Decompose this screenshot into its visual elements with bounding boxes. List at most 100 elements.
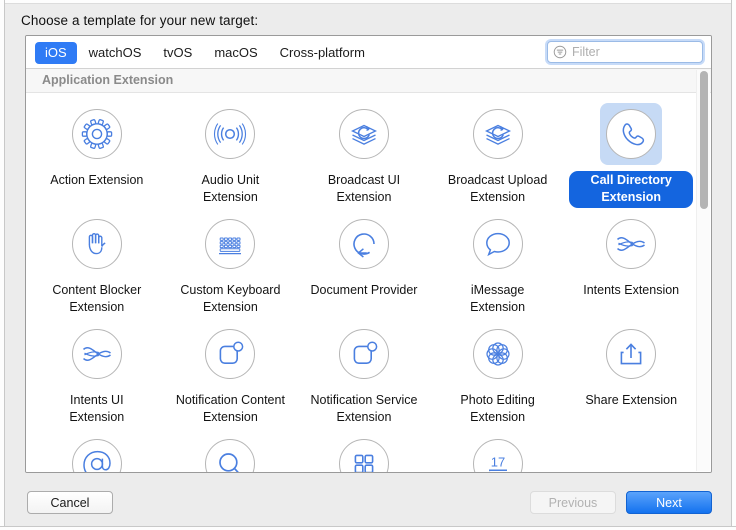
template-item-label: Intents Extension xyxy=(576,281,686,301)
template-icon-tile xyxy=(467,323,529,385)
hand-icon xyxy=(72,219,122,269)
crossing-waves-icon xyxy=(606,219,656,269)
flower-petals-icon xyxy=(473,329,523,379)
template-item-content-blocker-extension[interactable]: Content Blocker Extension xyxy=(30,211,164,321)
gear-icon xyxy=(72,109,122,159)
template-item-grid-squares[interactable] xyxy=(297,431,431,472)
platform-tab-bar: iOSwatchOStvOSmacOSCross-platform xyxy=(26,36,711,69)
template-icon-tile xyxy=(600,323,662,385)
template-icon-tile xyxy=(66,323,128,385)
tab-ios[interactable]: iOS xyxy=(35,42,77,64)
template-icon-tile xyxy=(333,213,395,275)
template-chooser-sheet: Choose a template for your new target: i… xyxy=(6,5,730,525)
template-icon-tile xyxy=(199,323,261,385)
template-item-label: Notification Service Extension xyxy=(302,391,426,428)
filter-input[interactable] xyxy=(572,45,692,59)
filter-field[interactable] xyxy=(547,41,703,63)
template-icon-tile xyxy=(66,103,128,165)
template-item-calendar-17[interactable]: 17 xyxy=(431,431,565,472)
stacked-layers-icon xyxy=(473,109,523,159)
template-icon-tile xyxy=(333,323,395,385)
template-icon-tile xyxy=(467,103,529,165)
window-frame-left xyxy=(0,0,5,530)
xcode-window: Choose a template for your new target: i… xyxy=(0,0,736,530)
template-icon-tile xyxy=(199,433,261,472)
at-sign-icon xyxy=(72,439,122,472)
template-icon-tile xyxy=(333,103,395,165)
window-frame-top xyxy=(0,0,736,4)
calendar-17-icon: 17 xyxy=(473,439,523,472)
template-icon-tile xyxy=(66,213,128,275)
template-icon-tile xyxy=(600,213,662,275)
template-icon-tile xyxy=(199,103,261,165)
template-icon-tile xyxy=(467,213,529,275)
template-item-audio-unit-extension[interactable]: Audio Unit Extension xyxy=(164,101,298,211)
audio-waves-icon xyxy=(205,109,255,159)
template-item-label: iMessage Extension xyxy=(436,281,560,318)
template-grid: Action Extension Audio Unit Extension Broa… xyxy=(26,93,698,472)
template-item-label: Action Extension xyxy=(43,171,150,191)
template-icon-tile xyxy=(600,103,662,165)
template-item-custom-keyboard-extension[interactable]: Custom Keyboard Extension xyxy=(164,211,298,321)
app-badge-icon xyxy=(205,329,255,379)
template-item-intents-extension[interactable]: Intents Extension xyxy=(564,211,698,321)
refresh-arrow-icon xyxy=(339,219,389,269)
template-item-label: Intents UI Extension xyxy=(35,391,159,428)
template-icon-tile xyxy=(66,433,128,472)
template-item-document-provider[interactable]: Document Provider xyxy=(297,211,431,321)
grid-squares-icon xyxy=(339,439,389,472)
tab-tvos[interactable]: tvOS xyxy=(153,42,202,64)
tab-macos[interactable]: macOS xyxy=(204,42,267,64)
window-frame-right xyxy=(731,0,736,530)
template-browser-panel: iOSwatchOStvOSmacOSCross-platform Applic… xyxy=(25,35,712,473)
template-item-label: Broadcast Upload Extension xyxy=(436,171,560,208)
app-badge-icon xyxy=(339,329,389,379)
tab-watchos[interactable]: watchOS xyxy=(79,42,152,64)
template-item-magnifier[interactable] xyxy=(164,431,298,472)
template-icon-tile: 17 xyxy=(467,433,529,472)
phone-handset-icon xyxy=(606,109,656,159)
svg-text:17: 17 xyxy=(490,454,504,469)
keyboard-icon xyxy=(205,219,255,269)
section-header: Application Extension xyxy=(26,69,711,93)
previous-button[interactable]: Previous xyxy=(530,491,616,514)
template-item-label: Document Provider xyxy=(303,281,424,301)
template-item-notification-service-extension[interactable]: Notification Service Extension xyxy=(297,321,431,431)
template-icon-tile xyxy=(333,433,395,472)
template-item-label: Custom Keyboard Extension xyxy=(168,281,292,318)
tab-cross-platform[interactable]: Cross-platform xyxy=(270,42,375,64)
template-item-label: Broadcast UI Extension xyxy=(302,171,426,208)
next-button[interactable]: Next xyxy=(626,491,712,514)
crossing-waves-icon xyxy=(72,329,122,379)
template-item-intents-ui-extension[interactable]: Intents UI Extension xyxy=(30,321,164,431)
section-header-label: Application Extension xyxy=(42,73,173,87)
template-item-label: Notification Content Extension xyxy=(168,391,292,428)
template-item-action-extension[interactable]: Action Extension xyxy=(30,101,164,211)
template-icon-tile xyxy=(199,213,261,275)
template-item-call-directory-extension[interactable]: Call Directory Extension xyxy=(564,101,698,211)
template-item-photo-editing-extension[interactable]: Photo Editing Extension xyxy=(431,321,565,431)
scrollbar-thumb[interactable] xyxy=(700,71,708,209)
magnifier-icon xyxy=(205,439,255,472)
cancel-button[interactable]: Cancel xyxy=(27,491,113,514)
vertical-scrollbar[interactable] xyxy=(696,70,710,471)
speech-bubble-icon xyxy=(473,219,523,269)
template-item-label: Call Directory Extension xyxy=(569,171,693,208)
filter-icon xyxy=(553,45,567,59)
template-item-label: Photo Editing Extension xyxy=(436,391,560,428)
template-item-broadcast-upload-extension[interactable]: Broadcast Upload Extension xyxy=(431,101,565,211)
page-title: Choose a template for your new target: xyxy=(21,13,258,28)
template-item-share-extension[interactable]: Share Extension xyxy=(564,321,698,431)
template-item-imessage-extension[interactable]: iMessage Extension xyxy=(431,211,565,321)
template-item-notification-content-extension[interactable]: Notification Content Extension xyxy=(164,321,298,431)
template-grid-scroll-area: Action Extension Audio Unit Extension Broa… xyxy=(26,93,711,472)
platform-tab-list: iOSwatchOStvOSmacOSCross-platform xyxy=(35,42,375,64)
template-item-label: Audio Unit Extension xyxy=(168,171,292,208)
share-arrow-icon xyxy=(606,329,656,379)
template-item-label: Content Blocker Extension xyxy=(35,281,159,318)
stacked-layers-icon xyxy=(339,109,389,159)
window-frame-bottom xyxy=(0,526,736,530)
template-item-at-sign[interactable] xyxy=(30,431,164,472)
template-item-broadcast-ui-extension[interactable]: Broadcast UI Extension xyxy=(297,101,431,211)
template-item-label: Share Extension xyxy=(578,391,684,411)
